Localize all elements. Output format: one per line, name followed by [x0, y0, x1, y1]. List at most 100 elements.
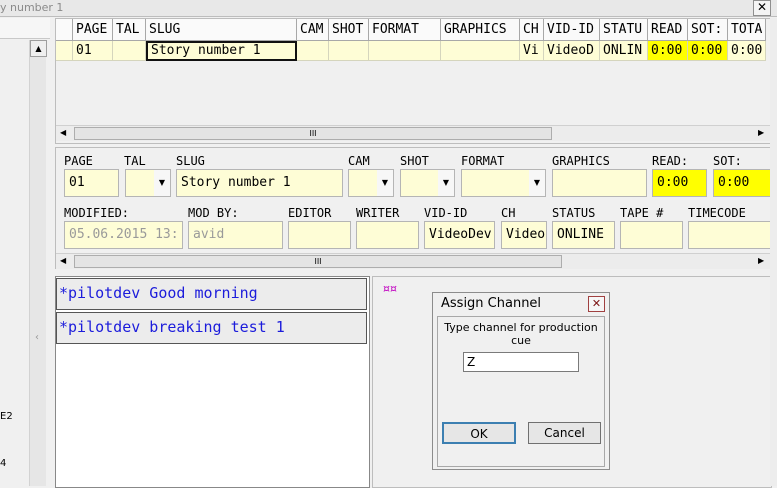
col-header-graphics[interactable]: GRAPHICS	[441, 19, 520, 41]
label-sot: SOT:	[713, 154, 742, 168]
scroll-right-icon[interactable]: ▶	[758, 128, 764, 137]
graphics-field[interactable]	[552, 169, 647, 197]
assign-channel-dialog: Assign Channel ✕ Type channel for produc…	[432, 292, 610, 470]
slug-field[interactable]: Story number 1	[176, 169, 343, 197]
left-label-e2: E2	[0, 411, 13, 422]
label-ch: CH	[501, 206, 516, 220]
left-vertical-scrollbar[interactable]: ▲	[29, 40, 47, 486]
left-scroll-tick: ‹	[35, 332, 39, 343]
col-header-shot[interactable]: SHOT	[329, 19, 369, 41]
dialog-prompt-line2: cue	[511, 334, 531, 347]
window-titlebar: y number 1 ✕	[0, 0, 777, 17]
sot-field[interactable]: 0:00	[713, 169, 771, 197]
col-header-tal[interactable]: TAL	[113, 19, 146, 41]
tal-dropdown[interactable]: ▼	[125, 169, 171, 197]
ok-button[interactable]: OK	[442, 422, 516, 444]
right-vertical-scrollbar[interactable]	[770, 18, 777, 486]
modified-field: 05.06.2015 13:	[64, 221, 183, 249]
form-scroll-thumb[interactable]: III	[74, 255, 562, 268]
label-page: PAGE	[64, 154, 93, 168]
cell-cam[interactable]	[297, 41, 329, 61]
cell-tal[interactable]	[113, 41, 146, 61]
label-vid-id: VID-ID	[424, 206, 468, 220]
chevron-down-icon[interactable]: ▼	[377, 170, 393, 196]
scroll-right-icon[interactable]: ▶	[758, 256, 764, 265]
form-horizontal-scrollbar[interactable]: ◀ III ▶	[56, 253, 771, 269]
label-graphics: GRAPHICS	[552, 154, 610, 168]
timecode-field[interactable]	[688, 221, 771, 249]
scroll-left-icon[interactable]: ◀	[60, 256, 66, 265]
cam-dropdown[interactable]: ▼	[348, 169, 394, 197]
scroll-left-icon[interactable]: ◀	[60, 128, 66, 137]
col-header-total[interactable]: TOTA	[728, 19, 766, 41]
status-field[interactable]: ONLINE	[552, 221, 615, 249]
cell-sot[interactable]: 0:00	[688, 41, 728, 61]
format-dropdown[interactable]: ▼	[461, 169, 546, 197]
window-close-button[interactable]: ✕	[753, 0, 771, 16]
grid-horizontal-scrollbar[interactable]: ◀ III ▶	[56, 125, 771, 141]
col-header-format[interactable]: FORMAT	[369, 19, 441, 41]
shot-dropdown[interactable]: ▼	[400, 169, 455, 197]
chat-panel: *pilotdev Good morning *pilotdev breakin…	[55, 276, 370, 488]
label-status: STATUS	[552, 206, 596, 220]
vid-id-field[interactable]: VideoDev	[424, 221, 495, 249]
cell-total[interactable]: 0:00	[728, 41, 766, 61]
col-header-ch[interactable]: CH	[520, 19, 544, 41]
dialog-body: Type channel for production cue Z OK Can…	[437, 316, 605, 467]
mod-by-field: avid	[188, 221, 283, 249]
channel-input[interactable]: Z	[463, 352, 579, 372]
label-slug: SLUG	[176, 154, 205, 168]
label-writer: WRITER	[356, 206, 400, 220]
chat-message: *pilotdev Good morning	[56, 278, 367, 310]
row-selector[interactable]	[56, 41, 73, 61]
cue-marker-icon: ¤¤	[383, 282, 397, 295]
label-tal: TAL	[124, 154, 146, 168]
chevron-down-icon[interactable]: ▼	[438, 170, 454, 196]
row-header-corner	[56, 19, 73, 41]
col-header-sot[interactable]: SOT:	[688, 19, 728, 41]
grid-scroll-thumb[interactable]: III	[74, 127, 552, 140]
cell-ch[interactable]: Vi	[520, 41, 544, 61]
cell-status[interactable]: ONLIN	[600, 41, 648, 61]
col-header-vid-id[interactable]: VID-ID	[544, 19, 600, 41]
editor-field[interactable]	[288, 221, 351, 249]
left-panel-header	[0, 18, 50, 39]
label-modified: MODIFIED:	[64, 206, 130, 220]
page-field[interactable]: 01	[64, 169, 119, 197]
chat-message: *pilotdev breaking test 1	[56, 312, 367, 344]
read-field[interactable]: 0:00	[652, 169, 707, 197]
cancel-button[interactable]: Cancel	[528, 422, 601, 444]
label-timecode: TIMECODE	[688, 206, 746, 220]
chevron-down-icon[interactable]: ▼	[154, 170, 170, 196]
label-editor: EDITOR	[288, 206, 332, 220]
chevron-down-icon[interactable]: ▼	[529, 170, 545, 196]
scroll-up-icon[interactable]: ▲	[30, 40, 47, 57]
tape-field[interactable]	[620, 221, 683, 249]
left-label-4: 4	[0, 458, 7, 469]
window-title: y number 1	[0, 1, 64, 14]
dialog-close-button[interactable]: ✕	[588, 296, 605, 312]
label-shot: SHOT	[400, 154, 429, 168]
cell-read[interactable]: 0:00	[648, 41, 688, 61]
label-mod-by: MOD BY:	[188, 206, 239, 220]
cell-shot[interactable]	[329, 41, 369, 61]
cell-slug[interactable]: Story number 1	[146, 41, 297, 61]
ch-field[interactable]: Video	[501, 221, 547, 249]
cell-page[interactable]: 01	[73, 41, 113, 61]
col-header-cam[interactable]: CAM	[297, 19, 329, 41]
col-header-status[interactable]: STATU	[600, 19, 648, 41]
cell-graphics[interactable]	[441, 41, 520, 61]
label-cam: CAM	[348, 154, 370, 168]
cell-vid-id[interactable]: VideoD	[544, 41, 600, 61]
dialog-title: Assign Channel	[441, 296, 542, 311]
rundown-grid: PAGE TAL SLUG CAM SHOT FORMAT GRAPHICS C…	[55, 18, 772, 144]
dialog-prompt-line1: Type channel for production	[444, 321, 598, 334]
writer-field[interactable]	[356, 221, 419, 249]
story-form: PAGE TAL SLUG CAM SHOT FORMAT GRAPHICS R…	[55, 147, 772, 269]
cell-format[interactable]	[369, 41, 441, 61]
label-format: FORMAT	[461, 154, 505, 168]
label-read: READ:	[652, 154, 689, 168]
col-header-slug[interactable]: SLUG	[146, 19, 297, 41]
col-header-page[interactable]: PAGE	[73, 19, 113, 41]
col-header-read[interactable]: READ	[648, 19, 688, 41]
